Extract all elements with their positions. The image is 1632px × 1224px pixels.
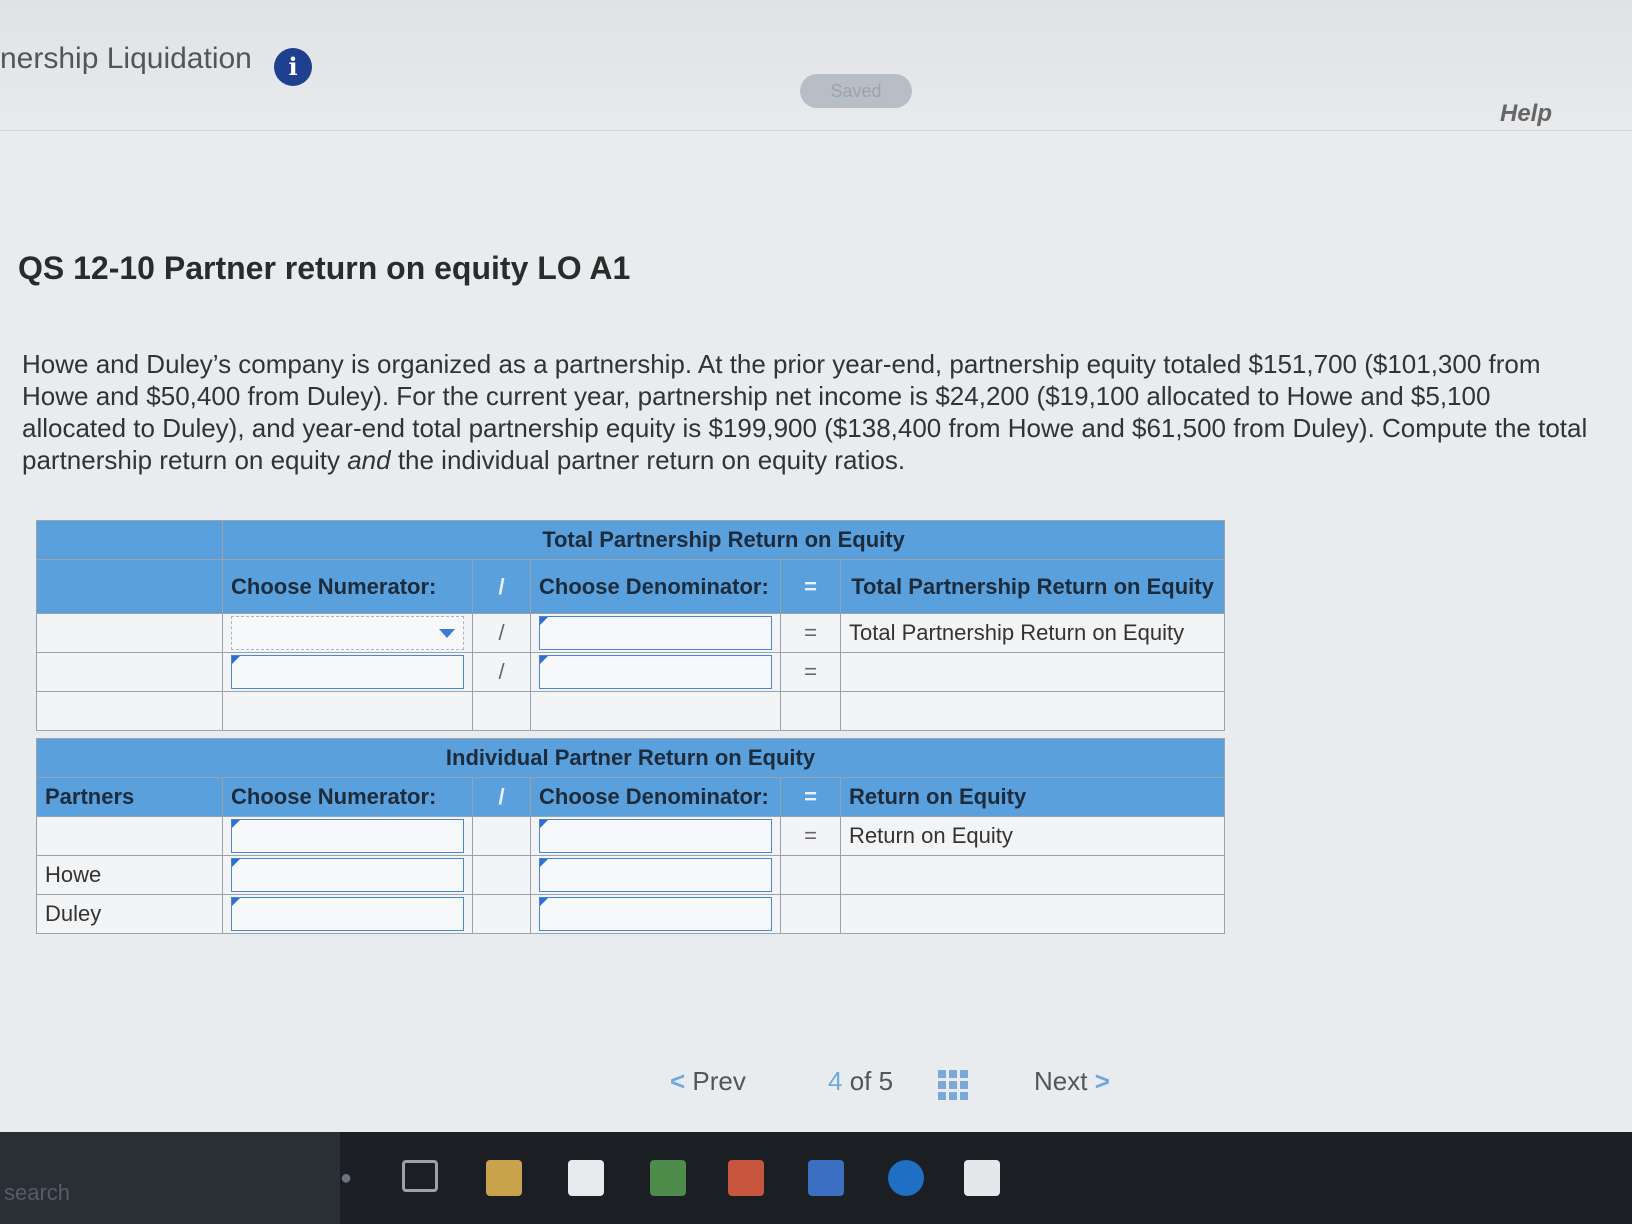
total-result-label: Total Partnership Return on Equity [839, 613, 1226, 653]
help-link[interactable]: Help [1500, 100, 1552, 128]
mail-icon[interactable] [964, 1160, 1000, 1196]
partner-numerator-select-cell [222, 816, 473, 856]
chevron-right-icon: > [1094, 1066, 1110, 1096]
partner-equals-header: = [780, 777, 841, 817]
total-pages: 5 [878, 1066, 894, 1096]
chevron-down-icon [439, 629, 455, 638]
duley-denominator-input[interactable] [539, 897, 772, 931]
question-title: QS 12-10 Partner return on equity LO A1 [18, 250, 631, 286]
total-row3-equals [780, 691, 841, 731]
powerpoint-icon[interactable] [728, 1160, 764, 1196]
partner-divide-blank [472, 816, 531, 856]
question-text-end: the individual partner return on equity … [390, 445, 906, 475]
current-page: 4 [828, 1066, 843, 1096]
total-table-title: Total Partnership Return on Equity [221, 520, 1226, 560]
howe-result-cell [840, 855, 1225, 895]
question-text-emphasis: and [347, 445, 391, 475]
partner-numerator-header: Choose Numerator: [222, 777, 473, 817]
total-row3-numerator [222, 691, 473, 731]
page-indicator: 4 of 5 [828, 1066, 893, 1097]
total-denominator-header: Choose Denominator: [530, 559, 781, 614]
partner-name-howe: Howe [36, 855, 223, 895]
partner-result-label: Return on Equity [840, 816, 1225, 856]
total-row1-label [36, 613, 223, 653]
total-divide-sign: / [472, 613, 531, 653]
chevron-left-icon: < [670, 1066, 686, 1096]
total-row3-result [839, 691, 1226, 731]
next-label: Next [1034, 1066, 1088, 1096]
total-denominator-select[interactable] [539, 616, 772, 650]
howe-denominator-cell [530, 855, 781, 895]
total-row2-label [36, 652, 223, 692]
total-row3-denominator [530, 691, 781, 731]
total-row3-label [36, 691, 223, 731]
total-numerator-input[interactable] [231, 655, 464, 689]
partner-denominator-header: Choose Denominator: [530, 777, 781, 817]
duley-denominator-cell [530, 894, 781, 934]
info-icon[interactable]: i [274, 48, 312, 86]
total-denominator-select-cell [530, 613, 781, 653]
app-title: nership Liquidation [0, 42, 252, 75]
saved-status: Saved [800, 74, 912, 108]
howe-numerator-input[interactable] [231, 858, 464, 892]
partner-denominator-select[interactable] [539, 819, 772, 853]
total-denominator-input[interactable] [539, 655, 772, 689]
prev-button[interactable]: < Prev [670, 1066, 746, 1097]
total-denominator-input-cell [530, 652, 781, 692]
page-of-label: of [849, 1066, 872, 1096]
total-row3-divide [472, 691, 531, 731]
excel-icon[interactable] [650, 1160, 686, 1196]
partner-result-header: Return on Equity [840, 777, 1225, 817]
total-table-corner [36, 520, 223, 560]
howe-equals [780, 855, 841, 895]
partners-header: Partners [36, 777, 223, 817]
question-grid-icon[interactable] [938, 1070, 968, 1100]
duley-result-cell [840, 894, 1225, 934]
partner-name-duley: Duley [36, 894, 223, 934]
question-text: Howe and Duley’s company is organized as… [22, 348, 1592, 476]
top-bar: nership Liquidation i Saved Help [0, 0, 1632, 131]
total-equals-header: = [780, 559, 841, 614]
file-explorer-icon[interactable] [486, 1160, 522, 1196]
total-equals-sign: = [780, 613, 841, 653]
prev-label: Prev [692, 1066, 746, 1096]
microphone-icon[interactable]: ● [328, 1160, 364, 1196]
total-result-header: Total Partnership Return on Equity [839, 559, 1226, 614]
howe-divide [472, 855, 531, 895]
task-view-icon[interactable] [402, 1160, 438, 1192]
partner-divide-header: / [472, 777, 531, 817]
duley-numerator-cell [222, 894, 473, 934]
partner-table-title: Individual Partner Return on Equity [36, 738, 1225, 778]
partner-denominator-select-cell [530, 816, 781, 856]
total-divide-header: / [472, 559, 531, 614]
total-divide-sign-2: / [472, 652, 531, 692]
howe-denominator-input[interactable] [539, 858, 772, 892]
word-icon[interactable] [808, 1160, 844, 1196]
store-icon[interactable] [568, 1160, 604, 1196]
total-numerator-input-cell [222, 652, 473, 692]
partner-equals-sign: = [780, 816, 841, 856]
duley-numerator-input[interactable] [231, 897, 464, 931]
duley-divide [472, 894, 531, 934]
partner-return-table: Individual Partner Return on Equity Part… [36, 738, 1225, 934]
partner-numerator-select[interactable] [231, 819, 464, 853]
total-table-blank-header [36, 559, 223, 614]
next-button[interactable]: Next > [1034, 1066, 1110, 1097]
total-return-table: Total Partnership Return on Equity Choos… [36, 520, 1226, 731]
taskbar: search ● [0, 1132, 1632, 1224]
total-numerator-header: Choose Numerator: [222, 559, 473, 614]
browser-icon[interactable] [888, 1160, 924, 1196]
partner-row-label-blank [36, 816, 223, 856]
duley-equals [780, 894, 841, 934]
total-numerator-select-cell [222, 613, 473, 653]
total-result-input-cell [839, 652, 1226, 692]
total-equals-sign-2: = [780, 652, 841, 692]
taskbar-search[interactable]: search [0, 1132, 340, 1224]
total-numerator-select[interactable] [231, 616, 464, 650]
howe-numerator-cell [222, 855, 473, 895]
